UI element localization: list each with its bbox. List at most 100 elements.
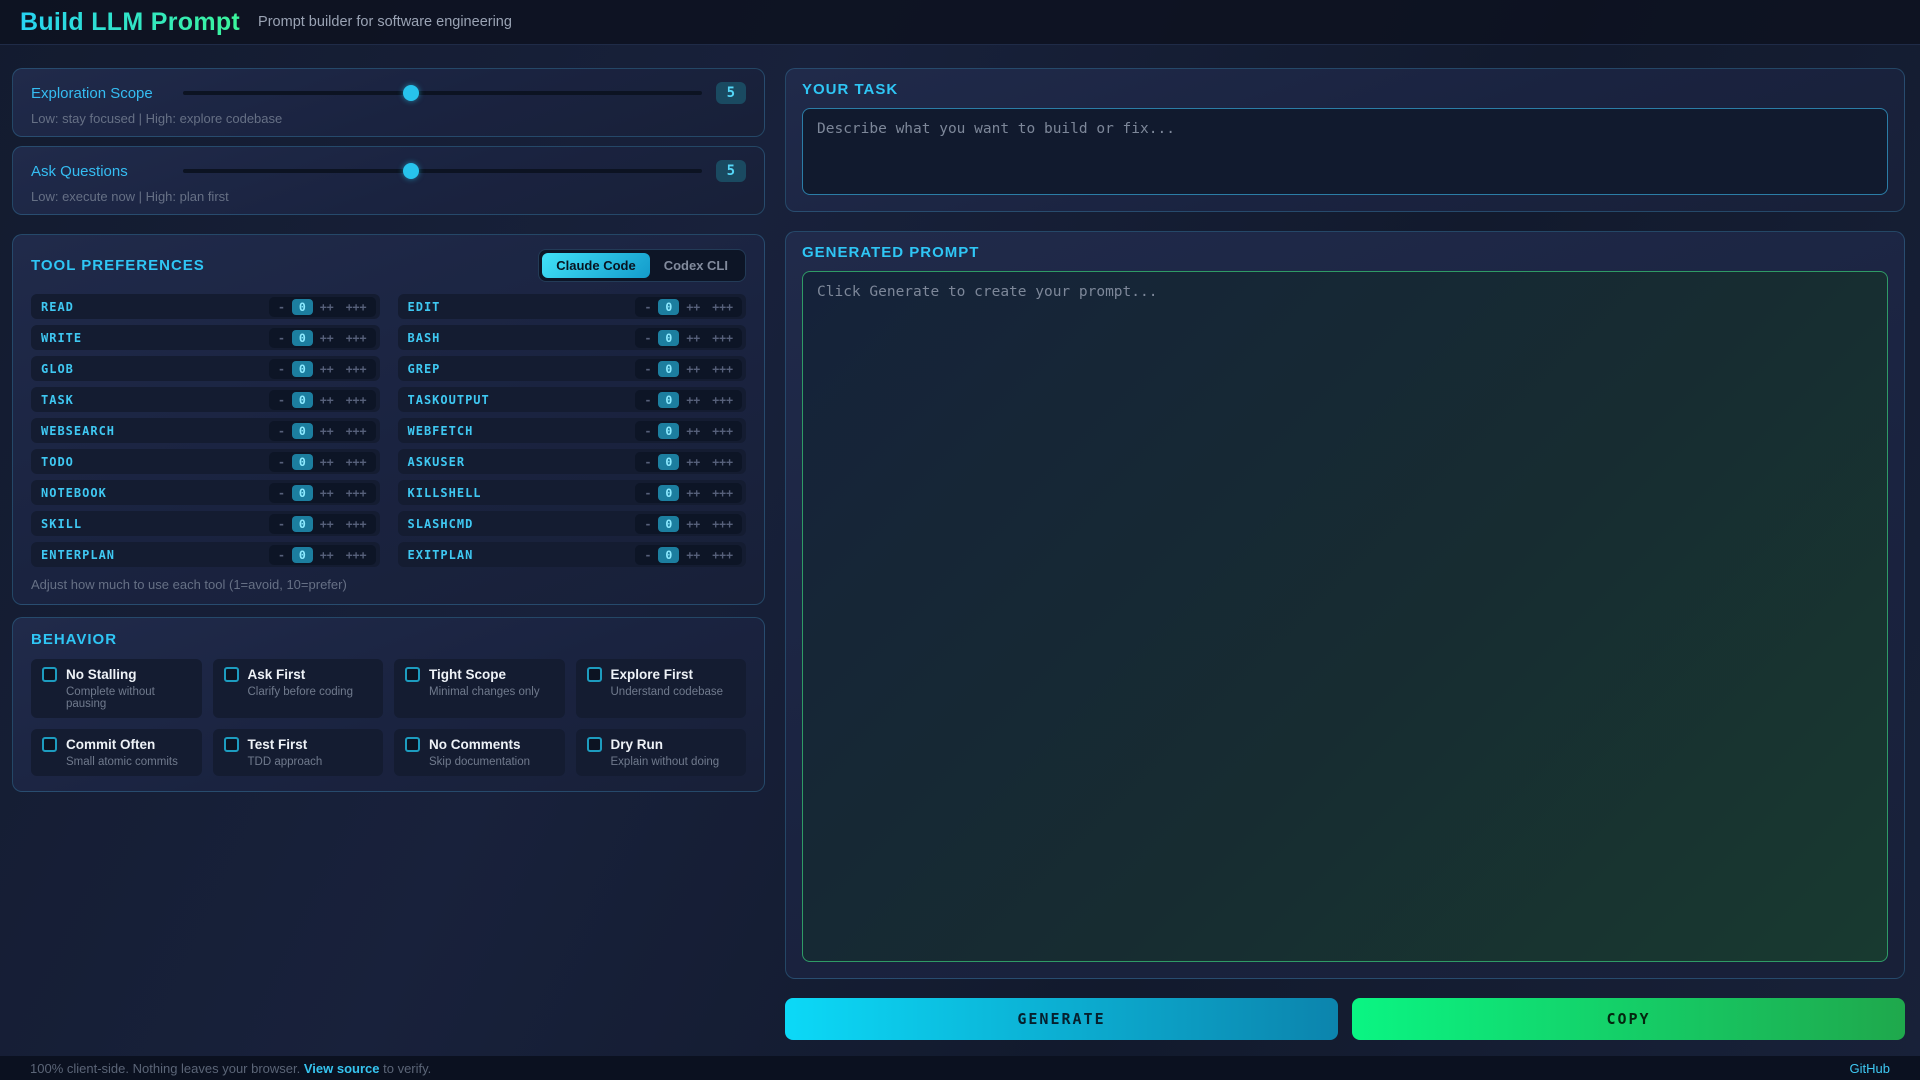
tool-seg-neutral[interactable]: 0: [291, 515, 313, 532]
behavior-checkbox[interactable]: [586, 667, 602, 682]
tool-seg-plus3[interactable]: +++: [707, 454, 738, 470]
tool-seg-plus2[interactable]: ++: [315, 547, 339, 563]
tool-seg-plus3[interactable]: +++: [341, 485, 372, 501]
tool-seg-minus[interactable]: -: [273, 516, 290, 532]
tool-seg-plus3[interactable]: +++: [707, 330, 738, 346]
tool-seg-neutral[interactable]: 0: [658, 484, 680, 501]
tool-seg-plus3[interactable]: +++: [707, 516, 738, 532]
tool-seg-plus3[interactable]: +++: [707, 547, 738, 563]
tool-seg-plus3[interactable]: +++: [341, 423, 372, 439]
tool-seg-minus[interactable]: -: [639, 516, 656, 532]
tool-seg-plus3[interactable]: +++: [707, 299, 738, 315]
tool-seg-neutral[interactable]: 0: [291, 329, 313, 346]
toggle-codex-cli[interactable]: Codex CLI: [650, 253, 742, 278]
tool-seg-plus2[interactable]: ++: [681, 454, 705, 470]
slider-track[interactable]: [183, 91, 702, 95]
tool-seg-minus[interactable]: -: [639, 454, 656, 470]
tool-seg-minus[interactable]: -: [273, 454, 290, 470]
tool-seg-neutral[interactable]: 0: [658, 360, 680, 377]
slider-thumb[interactable]: [403, 85, 420, 101]
tool-seg-plus2[interactable]: ++: [315, 516, 339, 532]
behavior-checkbox[interactable]: [405, 667, 420, 682]
tool-seg-plus2[interactable]: ++: [315, 361, 339, 377]
tool-seg-neutral[interactable]: 0: [658, 422, 680, 439]
tool-seg-neutral[interactable]: 0: [658, 546, 680, 563]
tool-seg-plus3[interactable]: +++: [341, 547, 372, 563]
behavior-option[interactable]: Test First TDD approach: [212, 729, 383, 776]
exploration-scope-slider[interactable]: [183, 84, 702, 102]
generated-prompt-output[interactable]: Click Generate to create your prompt...: [802, 271, 1888, 962]
tool-seg-plus3[interactable]: +++: [341, 330, 372, 346]
behavior-option[interactable]: Commit Often Small atomic commits: [31, 729, 202, 776]
tool-seg-minus[interactable]: -: [639, 423, 656, 439]
tool-seg-minus[interactable]: -: [273, 547, 290, 563]
tool-seg-minus[interactable]: -: [639, 485, 656, 501]
tool-seg-plus2[interactable]: ++: [681, 547, 705, 563]
tool-seg-minus[interactable]: -: [639, 547, 656, 563]
tool-seg-plus2[interactable]: ++: [315, 330, 339, 346]
tool-seg-plus3[interactable]: +++: [707, 423, 738, 439]
behavior-checkbox[interactable]: [42, 667, 57, 682]
tool-seg-minus[interactable]: -: [639, 361, 656, 377]
copy-button[interactable]: COPY: [1352, 998, 1905, 1040]
tool-seg-minus[interactable]: -: [273, 299, 290, 315]
view-source-link[interactable]: View source: [304, 1061, 380, 1076]
tool-seg-plus2[interactable]: ++: [315, 299, 339, 315]
toggle-claude-code[interactable]: Claude Code: [542, 253, 650, 278]
tool-seg-minus[interactable]: -: [273, 423, 290, 439]
tool-seg-neutral[interactable]: 0: [658, 298, 680, 315]
behavior-checkbox[interactable]: [42, 737, 57, 752]
tool-seg-minus[interactable]: -: [273, 330, 290, 346]
tool-seg-neutral[interactable]: 0: [658, 329, 680, 346]
behavior-checkbox[interactable]: [586, 737, 602, 752]
tool-seg-minus[interactable]: -: [273, 392, 290, 408]
behavior-option[interactable]: Dry Run Explain without doing: [575, 729, 746, 776]
tool-seg-plus2[interactable]: ++: [681, 330, 705, 346]
tool-seg-plus3[interactable]: +++: [707, 392, 738, 408]
behavior-option[interactable]: Tight Scope Minimal changes only: [394, 659, 565, 718]
tool-seg-plus3[interactable]: +++: [707, 485, 738, 501]
behavior-checkbox[interactable]: [223, 667, 239, 682]
tool-seg-neutral[interactable]: 0: [291, 298, 313, 315]
tool-seg-plus2[interactable]: ++: [681, 485, 705, 501]
behavior-option[interactable]: Explore First Understand codebase: [575, 659, 746, 718]
behavior-checkbox[interactable]: [223, 737, 239, 752]
tool-seg-neutral[interactable]: 0: [658, 391, 680, 408]
behavior-option[interactable]: No Stalling Complete without pausing: [31, 659, 202, 718]
behavior-option[interactable]: No Comments Skip documentation: [394, 729, 565, 776]
tool-seg-minus[interactable]: -: [639, 392, 656, 408]
ask-questions-slider[interactable]: [183, 162, 702, 180]
tool-seg-plus3[interactable]: +++: [341, 454, 372, 470]
tool-seg-minus[interactable]: -: [273, 361, 290, 377]
tool-seg-plus2[interactable]: ++: [315, 454, 339, 470]
tool-seg-plus2[interactable]: ++: [681, 516, 705, 532]
tool-seg-plus2[interactable]: ++: [315, 392, 339, 408]
tool-seg-plus2[interactable]: ++: [315, 485, 339, 501]
tool-seg-neutral[interactable]: 0: [658, 515, 680, 532]
behavior-option[interactable]: Ask First Clarify before coding: [212, 659, 383, 718]
tool-seg-plus3[interactable]: +++: [341, 361, 372, 377]
tool-seg-neutral[interactable]: 0: [658, 453, 680, 470]
task-input[interactable]: [802, 108, 1888, 195]
tool-seg-plus2[interactable]: ++: [681, 361, 705, 377]
tool-seg-neutral[interactable]: 0: [291, 391, 313, 408]
tool-seg-neutral[interactable]: 0: [291, 453, 313, 470]
tool-seg-neutral[interactable]: 0: [291, 484, 313, 501]
generate-button[interactable]: GENERATE: [785, 998, 1338, 1040]
tool-seg-plus2[interactable]: ++: [315, 423, 339, 439]
tool-seg-plus2[interactable]: ++: [681, 299, 705, 315]
tool-seg-neutral[interactable]: 0: [291, 422, 313, 439]
tool-seg-plus3[interactable]: +++: [341, 516, 372, 532]
tool-seg-neutral[interactable]: 0: [291, 360, 313, 377]
behavior-checkbox[interactable]: [405, 737, 420, 752]
tool-seg-plus3[interactable]: +++: [341, 392, 372, 408]
slider-thumb[interactable]: [403, 163, 420, 179]
tool-seg-plus2[interactable]: ++: [681, 392, 705, 408]
tool-seg-plus3[interactable]: +++: [341, 299, 372, 315]
github-link[interactable]: GitHub: [1850, 1061, 1890, 1076]
tool-seg-plus2[interactable]: ++: [681, 423, 705, 439]
tool-seg-neutral[interactable]: 0: [291, 546, 313, 563]
tool-seg-plus3[interactable]: +++: [707, 361, 738, 377]
slider-track[interactable]: [183, 169, 702, 173]
tool-seg-minus[interactable]: -: [273, 485, 290, 501]
